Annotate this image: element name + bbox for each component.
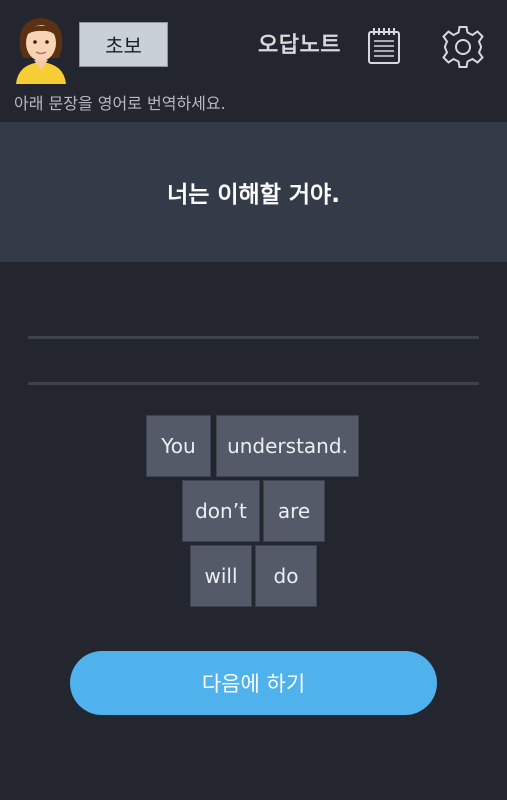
word-tile-understand[interactable]: understand. — [216, 415, 359, 477]
wrong-answer-note-label[interactable]: 오답노트 — [258, 28, 341, 64]
level-button[interactable]: 초보 — [79, 22, 168, 67]
level-button-label: 초보 — [105, 34, 142, 58]
settings-gear-icon[interactable] — [440, 24, 486, 70]
avatar[interactable] — [12, 12, 70, 84]
word-tile-you[interactable]: You — [146, 415, 211, 477]
prompt-sentence: 너는 이해할 거야. — [167, 182, 340, 208]
skip-next-button-label: 다음에 하기 — [201, 672, 306, 696]
word-tile-will[interactable]: will — [190, 545, 252, 607]
header: 초보 오답노트 아래 문장을 영어로 번역하세요. — [0, 0, 507, 122]
word-tile-do[interactable]: do — [255, 545, 317, 607]
answer-line-2[interactable] — [28, 382, 479, 385]
word-tile-are[interactable]: are — [263, 480, 325, 542]
prompt-panel: 너는 이해할 거야. — [0, 122, 507, 262]
skip-next-button[interactable]: 다음에 하기 — [70, 651, 437, 715]
instruction-text: 아래 문장을 영어로 번역하세요. — [14, 94, 226, 113]
notebook-icon[interactable] — [367, 27, 401, 65]
answer-line-1[interactable] — [28, 336, 479, 339]
word-tile-dont[interactable]: don’t — [182, 480, 260, 542]
